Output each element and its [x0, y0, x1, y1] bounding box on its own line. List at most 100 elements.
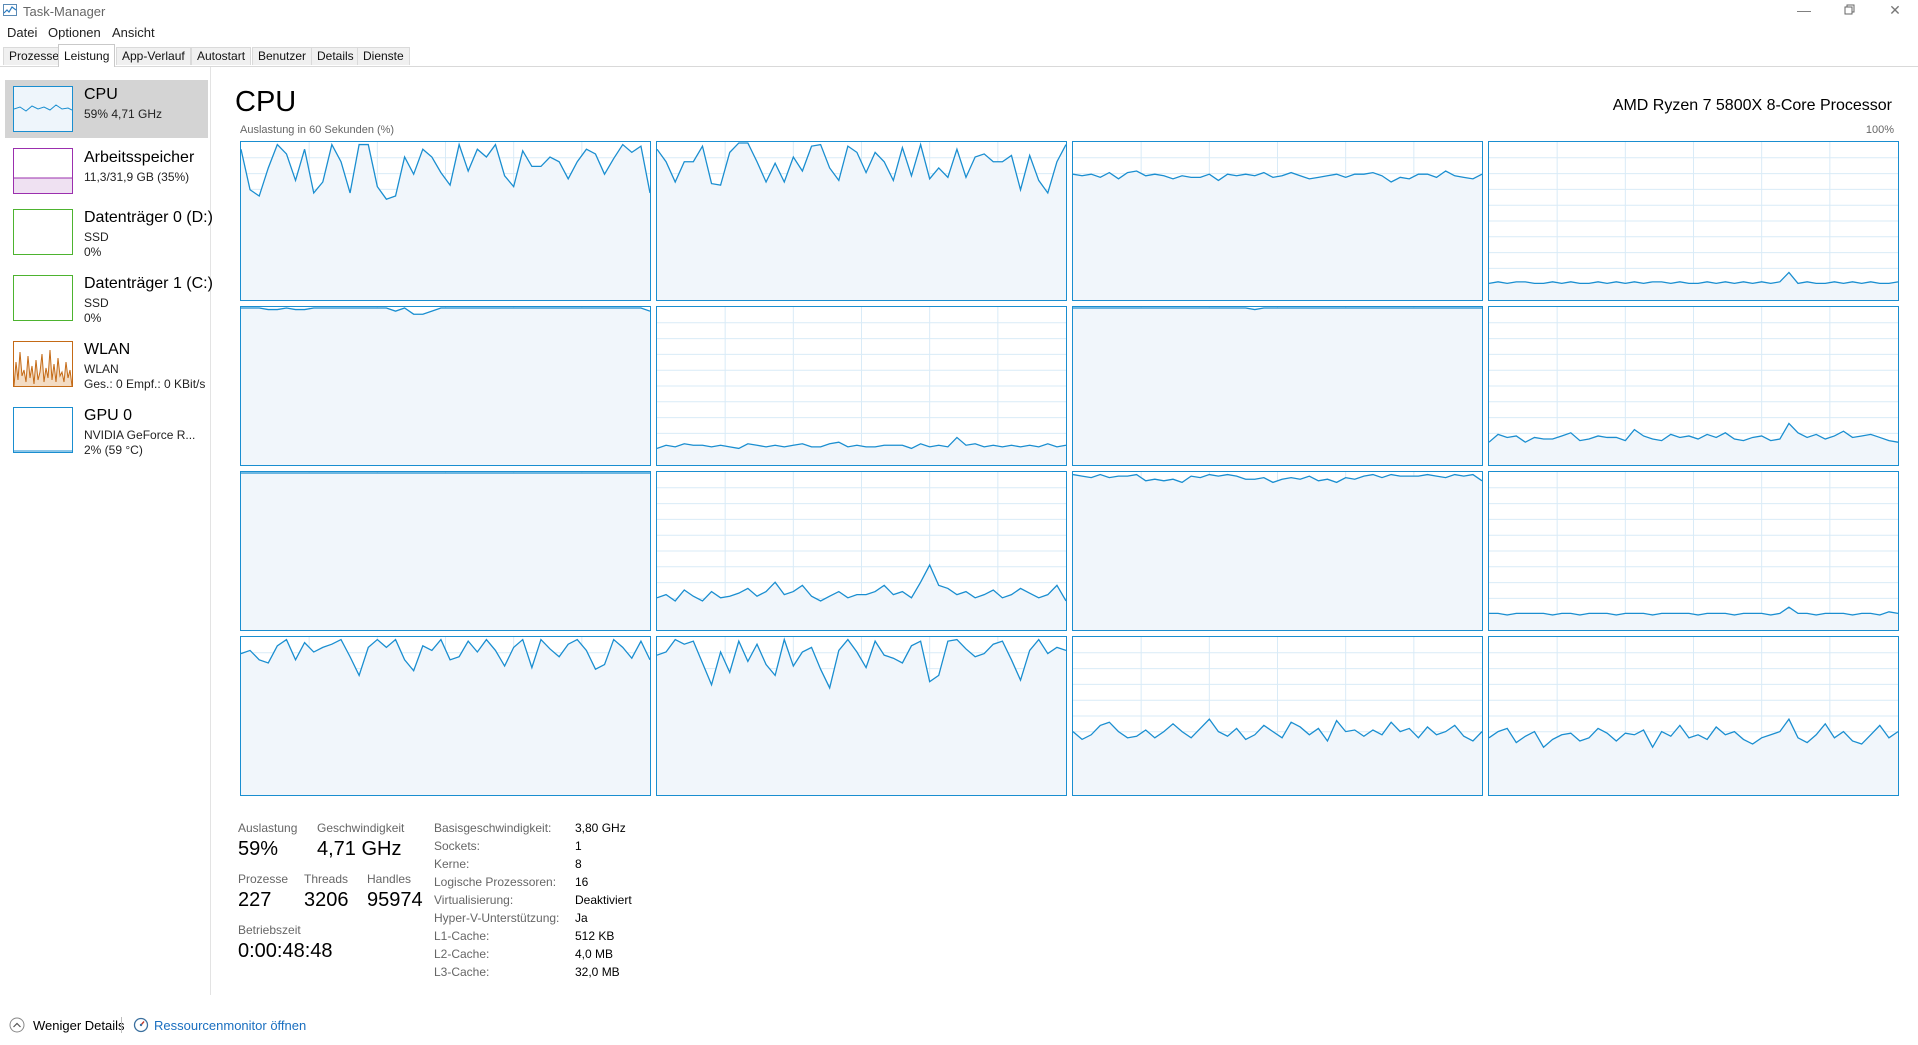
sidebar-disk-1-usage: 0%	[84, 311, 102, 325]
sidebar-memory-name: Arbeitsspeicher	[84, 149, 195, 166]
stat-label-threads: Threads	[304, 872, 349, 886]
page-title: CPU	[235, 86, 297, 118]
tab-details[interactable]: Details	[311, 47, 360, 65]
menu-datei[interactable]: Datei	[7, 24, 37, 42]
logical-processor-plot-10	[1073, 472, 1482, 630]
info-label-cores: Kerne:	[434, 857, 470, 871]
resource-monitor-icon	[133, 1017, 149, 1033]
sidebar-disk-0-usage: 0%	[84, 245, 102, 259]
sidebar-disk-1-type: SSD	[84, 296, 109, 310]
info-label-l2-cache: L2-Cache:	[434, 947, 490, 961]
logical-processor-plot-12	[241, 637, 650, 795]
minimize-button[interactable]: —	[1781, 0, 1827, 22]
restore-icon	[1844, 4, 1855, 15]
footer-bar: Weniger Details Ressourcenmonitor öffnen	[0, 1003, 1918, 1045]
less-details-link[interactable]: Weniger Details	[33, 1018, 125, 1033]
info-value-sockets: 1	[575, 839, 582, 853]
tab-autostart[interactable]: Autostart	[191, 47, 252, 65]
info-label-l3-cache: L3-Cache:	[434, 965, 490, 979]
processor-name: AMD Ryzen 7 5800X 8-Core Processor	[1612, 97, 1892, 114]
tab-benutzer[interactable]: Benutzer	[252, 47, 313, 65]
stat-value-handles: 95974	[367, 889, 423, 911]
info-value-hyper-v: Ja	[575, 911, 588, 925]
logical-processor-plot-9	[657, 472, 1066, 630]
logical-processor-plot-8	[241, 472, 650, 630]
menu-optionen[interactable]: Optionen	[48, 24, 101, 42]
info-label-virtualization: Virtualisierung:	[434, 893, 514, 907]
gpu-thumbnail-graph	[13, 407, 73, 453]
logical-processor-graph-7	[1488, 306, 1899, 466]
memory-thumbnail-fill	[14, 177, 72, 193]
logical-processor-graph-3	[1488, 141, 1899, 301]
disk-1-thumbnail-graph	[13, 275, 73, 321]
sidebar-gpu-model: NVIDIA GeForce R...	[84, 428, 196, 442]
disk-0-thumbnail-graph	[13, 209, 73, 255]
logical-processor-graph-8	[240, 471, 651, 631]
logical-processor-plot-7	[1489, 307, 1898, 465]
stat-label-auslastung: Auslastung	[238, 821, 298, 835]
sidebar: CPU 59% 4,71 GHz Arbeitsspeicher 11,3/31…	[0, 67, 213, 995]
sidebar-disk-0-type: SSD	[84, 230, 109, 244]
stat-value-prozesse: 227	[238, 889, 272, 911]
logical-processor-graph-4	[240, 306, 651, 466]
info-label-logical-processors: Logische Prozessoren:	[434, 875, 557, 889]
stat-value-threads: 3206	[304, 889, 349, 911]
stat-value-geschwindigkeit: 4,71 GHz	[317, 838, 402, 860]
logical-processor-plot-6	[1073, 307, 1482, 465]
graph-caption: Auslastung in 60 Sekunden (%)	[240, 124, 395, 136]
info-value-cores: 8	[575, 857, 582, 871]
logical-processor-graph-5	[656, 306, 1067, 466]
tab-app-verlauf[interactable]: App-Verlauf	[116, 47, 191, 65]
logical-processor-graph-12	[240, 636, 651, 796]
sidebar-item-wlan[interactable]: WLAN WLAN Ges.: 0 Empf.: 0 KBit/s	[5, 335, 208, 395]
info-value-l2-cache: 4,0 MB	[575, 947, 614, 961]
info-label-sockets: Sockets:	[434, 839, 481, 853]
info-value-l1-cache: 512 KB	[575, 929, 615, 943]
sidebar-item-gpu-0[interactable]: GPU 0 NVIDIA GeForce R... 2% (59 °C)	[5, 401, 208, 461]
usage-area	[241, 472, 650, 630]
sidebar-memory-detail: 11,3/31,9 GB (35%)	[84, 170, 190, 184]
footer-divider	[121, 1017, 122, 1033]
cpu-thumbnail-line	[13, 87, 73, 131]
logical-processor-plot-5	[657, 307, 1066, 465]
stat-label-betriebszeit: Betriebszeit	[238, 923, 301, 937]
sidebar-item-disk-1[interactable]: Datenträger 1 (C:) SSD 0%	[5, 269, 213, 329]
menu-ansicht[interactable]: Ansicht	[112, 24, 155, 42]
stat-value-auslastung: 59%	[238, 838, 279, 860]
logical-processor-graph-0	[240, 141, 651, 301]
cpu-thumbnail-graph	[13, 86, 73, 132]
logical-processor-plot-14	[1073, 637, 1482, 795]
info-value-virtualization: Deaktiviert	[575, 893, 632, 907]
sidebar-item-disk-0[interactable]: Datenträger 0 (D:) SSD 0%	[5, 203, 213, 263]
sidebar-cpu-name: CPU	[84, 86, 118, 103]
tab-leistung[interactable]: Leistung	[58, 44, 116, 67]
tab-prozesse[interactable]: Prozesse	[3, 47, 66, 65]
tab-dienste[interactable]: Dienste	[357, 47, 410, 65]
sidebar-gpu-name: GPU 0	[84, 407, 133, 424]
logical-processor-plot-1	[657, 142, 1066, 300]
logical-processor-plot-15	[1489, 637, 1898, 795]
logical-processor-graph-1	[656, 141, 1067, 301]
logical-processor-graph-14	[1072, 636, 1483, 796]
close-button[interactable]: ✕	[1872, 0, 1918, 22]
stat-label-handles: Handles	[367, 872, 412, 886]
title-bar: Task-Manager — ✕	[0, 0, 1918, 24]
logical-processor-graph-13	[656, 636, 1067, 796]
usage-area	[657, 142, 1066, 300]
sidebar-wlan-name: WLAN	[84, 341, 131, 358]
sidebar-item-memory[interactable]: Arbeitsspeicher 11,3/31,9 GB (35%)	[5, 142, 208, 198]
logical-processor-graph-2	[1072, 141, 1483, 301]
sidebar-item-cpu[interactable]: CPU 59% 4,71 GHz	[5, 80, 208, 138]
restore-button[interactable]	[1827, 0, 1873, 22]
graph-max-label: 100%	[1865, 124, 1894, 136]
info-label-base-speed: Basisgeschwindigkeit:	[434, 821, 552, 835]
wlan-thumbnail-spikes	[13, 349, 73, 387]
collapse-chevron-icon[interactable]	[9, 1017, 25, 1033]
info-value-logical-processors: 16	[575, 875, 589, 889]
resource-monitor-link[interactable]: Ressourcenmonitor öffnen	[154, 1018, 306, 1033]
info-label-l1-cache: L1-Cache:	[434, 929, 490, 943]
info-value-base-speed: 3,80 GHz	[575, 821, 626, 835]
tab-bar: Prozesse Leistung App-Verlauf Autostart …	[0, 44, 1918, 67]
logical-processor-plot-13	[657, 637, 1066, 795]
logical-processor-graph-10	[1072, 471, 1483, 631]
